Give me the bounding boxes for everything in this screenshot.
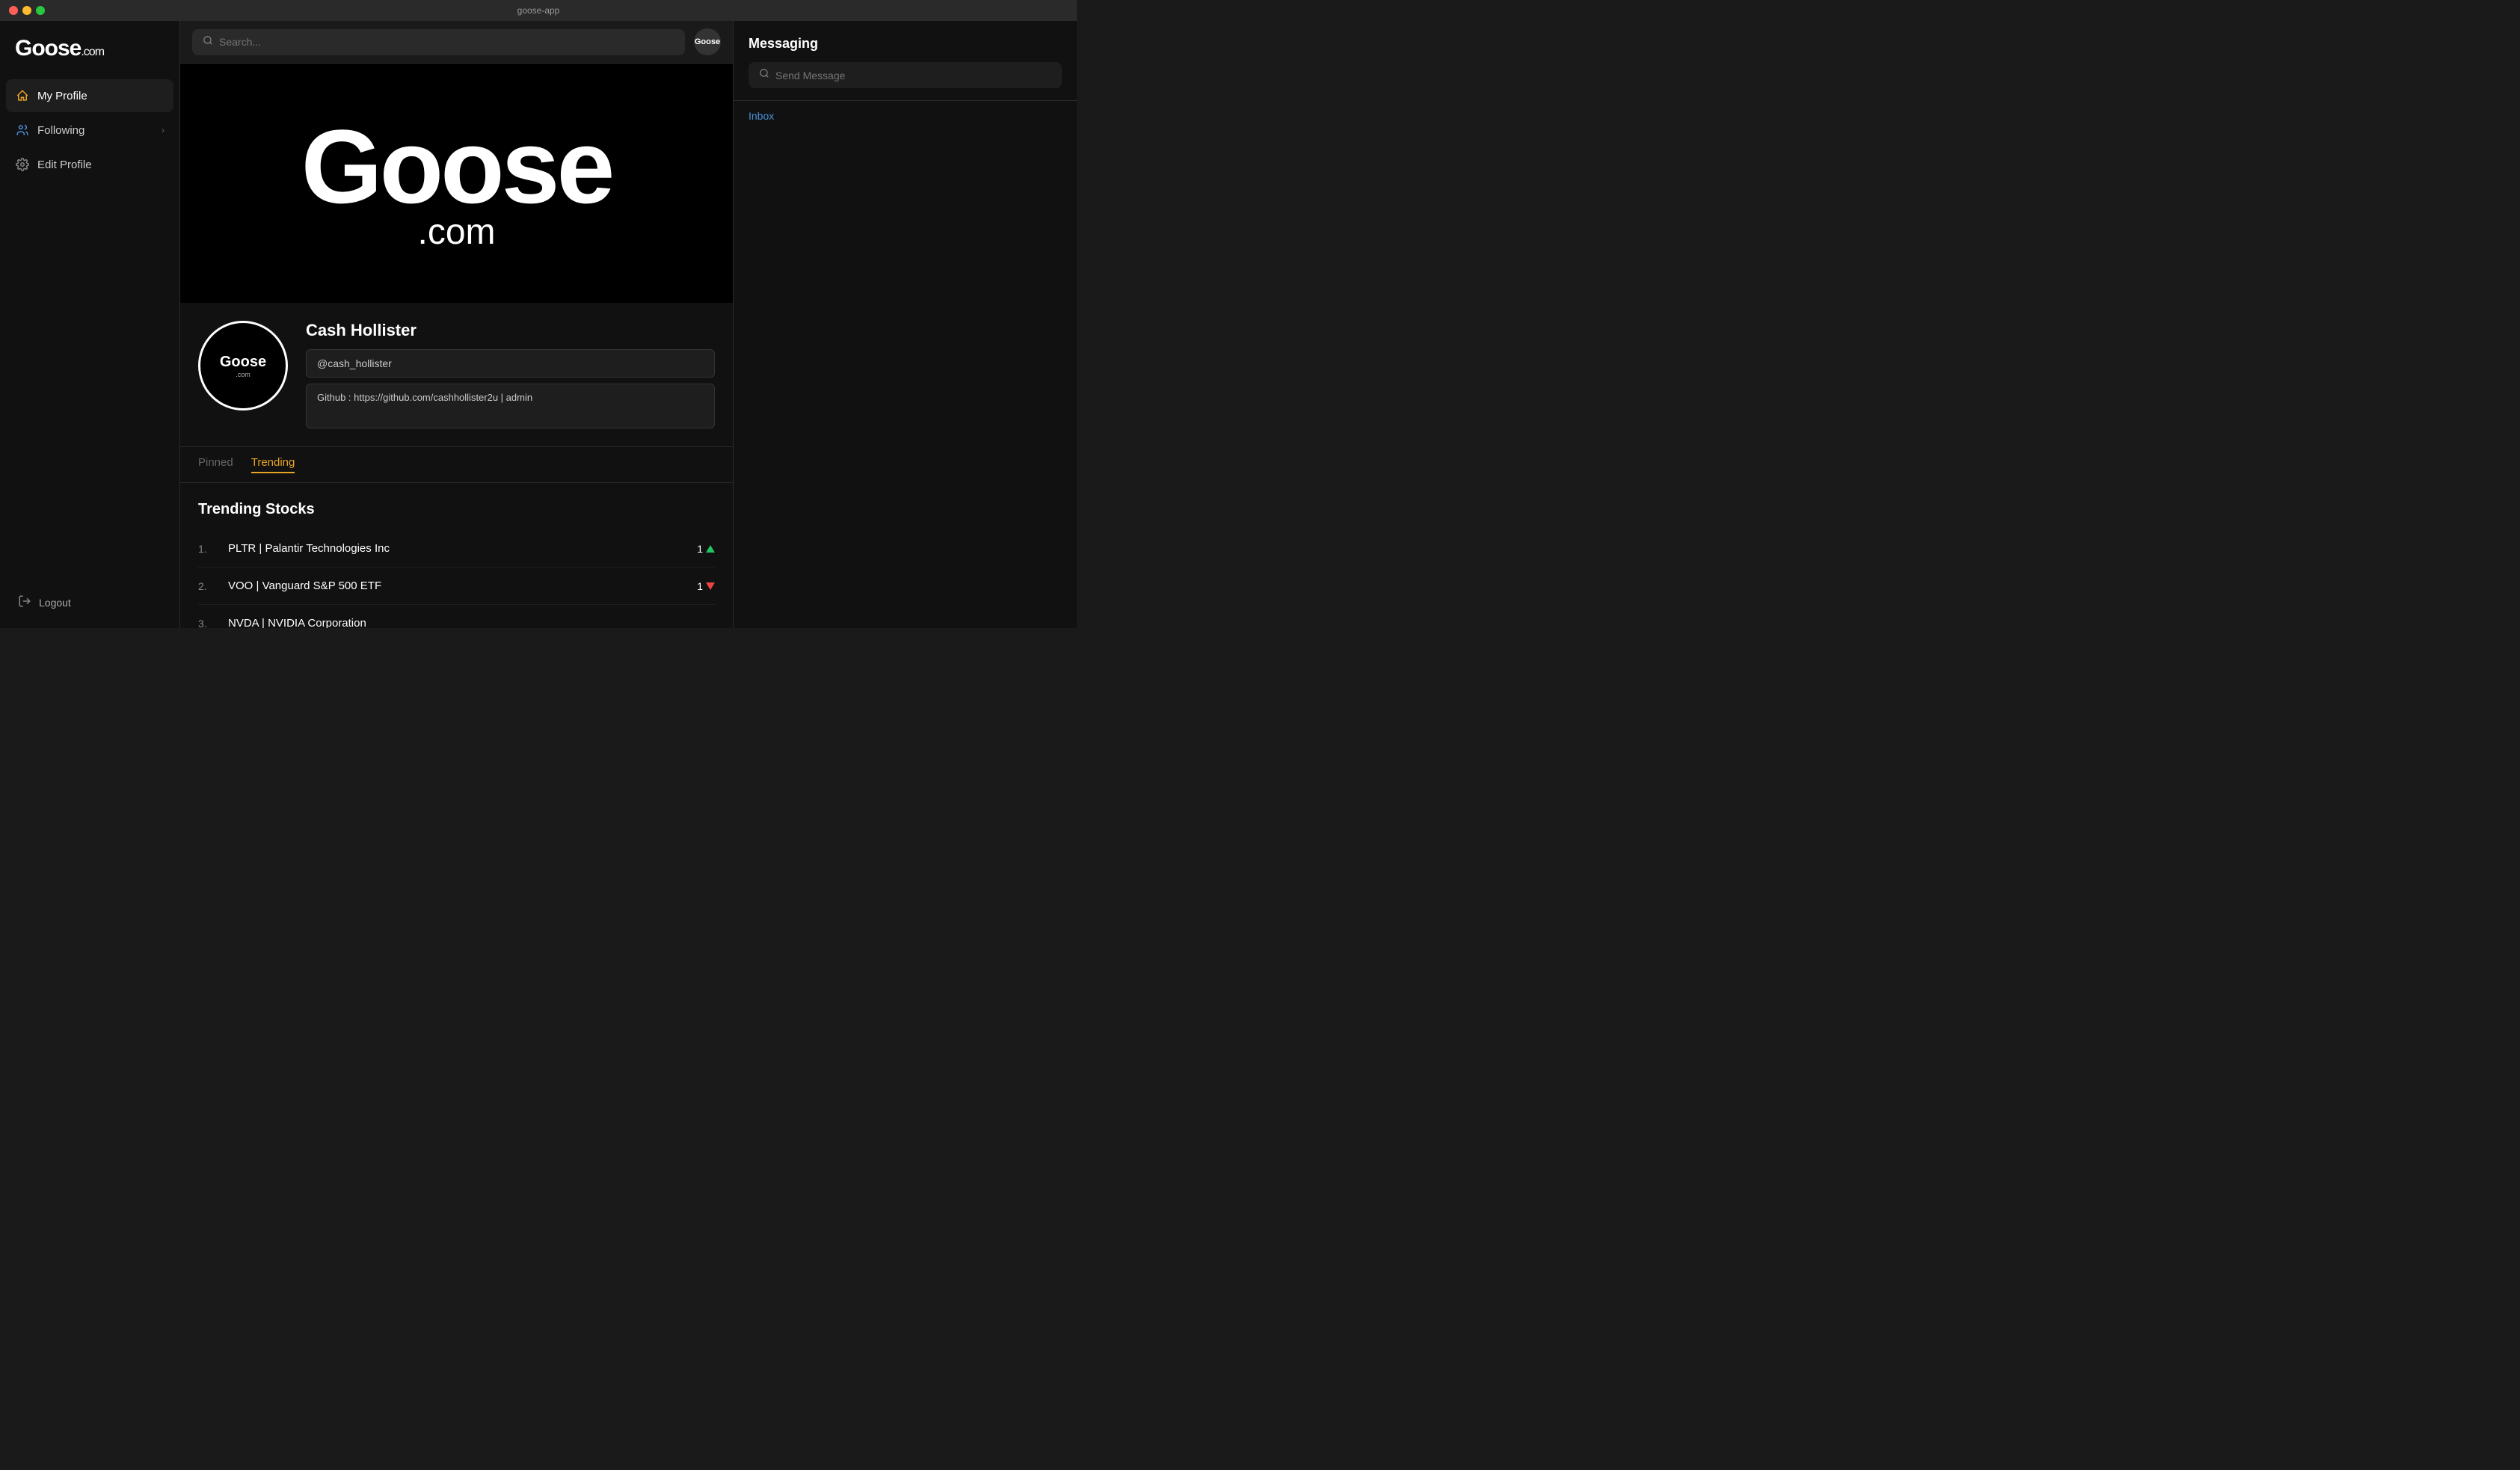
chevron-right-icon: › (162, 125, 165, 135)
sidebar-item-following[interactable]: Following › (6, 114, 173, 147)
tab-trending[interactable]: Trending (251, 456, 295, 473)
stock-badge-2: 1 (697, 580, 715, 592)
message-search-input[interactable] (775, 70, 1051, 82)
messaging-header: Messaging (734, 21, 1077, 101)
stock-name-1: PLTR | Palantir Technologies Inc (228, 542, 697, 555)
search-input[interactable] (219, 36, 674, 48)
logout-button[interactable]: Logout (15, 588, 165, 616)
sidebar-item-my-profile[interactable]: My Profile (6, 79, 173, 112)
close-button[interactable] (9, 6, 18, 15)
search-icon (203, 35, 213, 49)
hero-banner: Goose .com (180, 64, 733, 303)
logout-label: Logout (39, 597, 71, 609)
gear-icon (15, 157, 30, 172)
stock-rank-3: 3. (198, 618, 228, 629)
following-label: Following (37, 124, 84, 137)
stock-count-2: 1 (697, 580, 703, 592)
stock-name-3: NVDA | NVIDIA Corporation (228, 617, 715, 628)
people-icon (15, 123, 30, 138)
arrow-up-icon-1 (706, 545, 715, 553)
main-content: Goose Goose .com Goose .com Cash Hollist… (179, 21, 733, 628)
sidebar: Goose.com My Profile (0, 21, 179, 628)
home-icon (15, 88, 30, 103)
my-profile-label: My Profile (37, 90, 87, 102)
arrow-down-icon-2 (706, 582, 715, 590)
stock-item-3[interactable]: 3. NVDA | NVIDIA Corporation (198, 605, 715, 628)
tab-pinned[interactable]: Pinned (198, 456, 233, 473)
trending-title: Trending Stocks (198, 501, 715, 518)
stock-rank-1: 1. (198, 543, 228, 555)
window-controls (9, 6, 45, 15)
stock-item-1[interactable]: 1. PLTR | Palantir Technologies Inc 1 (198, 530, 715, 568)
profile-tabs: Pinned Trending (180, 447, 733, 483)
user-avatar[interactable]: Goose (694, 28, 721, 55)
stock-item-2[interactable]: 2. VOO | Vanguard S&P 500 ETF 1 (198, 568, 715, 605)
titlebar: goose-app (0, 0, 1077, 21)
main-header: Goose (180, 21, 733, 64)
logo-com-text: .com (81, 46, 104, 58)
logout-icon (18, 594, 31, 610)
stock-name-2: VOO | Vanguard S&P 500 ETF (228, 579, 697, 592)
profile-section: Goose .com Cash Hollister @cash_holliste… (180, 303, 733, 447)
logo-main-text: Goose (15, 36, 81, 61)
avatar-inner: Goose .com (220, 354, 266, 378)
app-container: Goose.com My Profile (0, 21, 1077, 628)
sidebar-item-edit-profile[interactable]: Edit Profile (6, 148, 173, 181)
search-bar[interactable] (192, 29, 685, 55)
profile-handle: @cash_hollister (306, 349, 715, 378)
stock-badge-1: 1 (697, 543, 715, 555)
inbox-link[interactable]: Inbox (749, 110, 774, 122)
maximize-button[interactable] (36, 6, 45, 15)
window-title: goose-app (517, 5, 560, 16)
inbox-tab: Inbox (734, 101, 1077, 132)
profile-bio: Github : https://github.com/cashholliste… (306, 384, 715, 428)
profile-info: Cash Hollister @cash_hollister Github : … (306, 321, 715, 428)
sidebar-nav: My Profile Following › (0, 79, 179, 576)
hero-goose-text: Goose (301, 114, 612, 219)
avatar-com-text: .com (220, 371, 266, 378)
minimize-button[interactable] (22, 6, 31, 15)
message-search-icon (759, 68, 769, 82)
profile-avatar: Goose .com (198, 321, 288, 410)
avatar-goose-text: Goose (220, 354, 266, 371)
sidebar-logo: Goose.com (0, 21, 179, 79)
hero-text: Goose .com (301, 114, 612, 253)
trending-section: Trending Stocks 1. PLTR | Palantir Techn… (180, 483, 733, 628)
messaging-title: Messaging (749, 36, 1062, 52)
edit-profile-label: Edit Profile (37, 159, 92, 171)
stock-rank-2: 2. (198, 580, 228, 592)
stock-count-1: 1 (697, 543, 703, 555)
right-panel: Messaging Inbox (733, 21, 1077, 628)
message-search[interactable] (749, 62, 1062, 88)
sidebar-bottom: Logout (0, 576, 179, 628)
profile-name: Cash Hollister (306, 321, 715, 340)
